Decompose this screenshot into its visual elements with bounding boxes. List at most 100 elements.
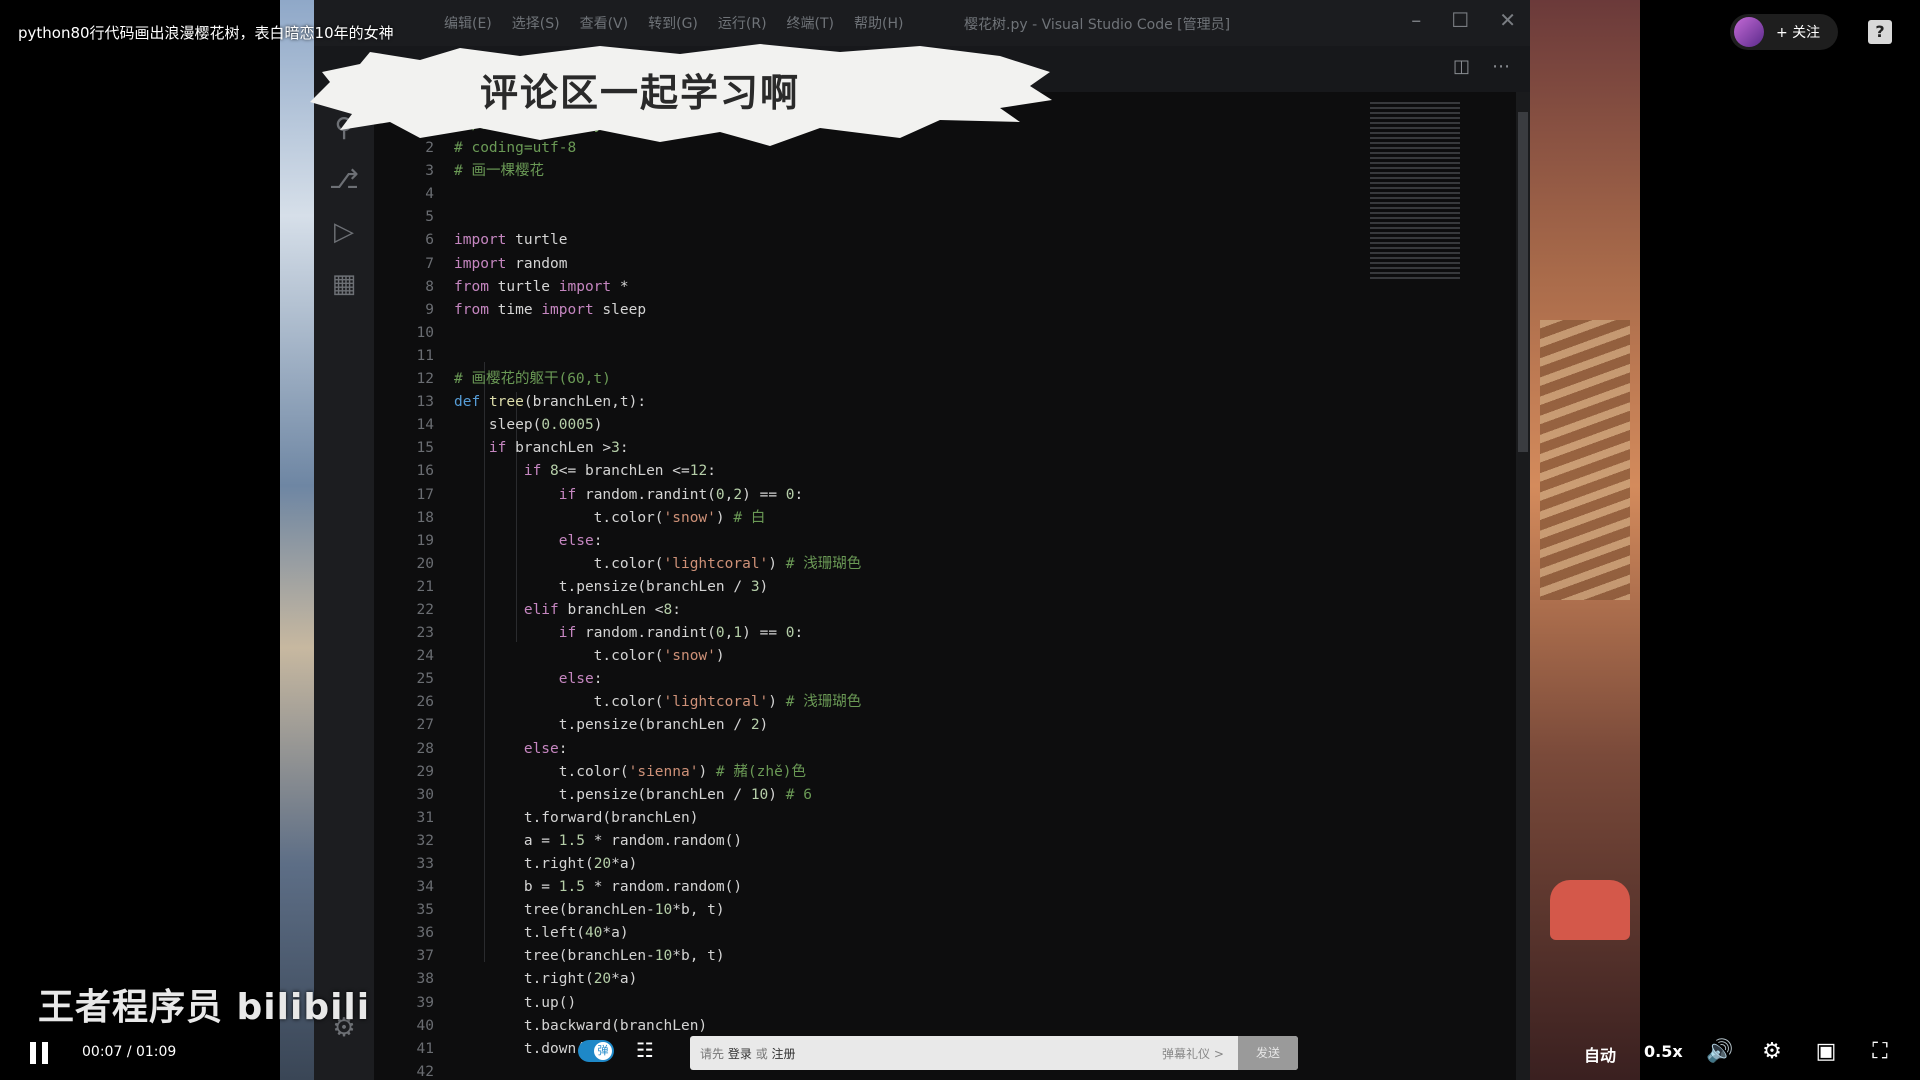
code-line: t.color('sienna') # 赭(zhě)色 bbox=[454, 763, 807, 780]
login-link[interactable]: 登录 bbox=[728, 1047, 752, 1061]
line-number: 3 bbox=[425, 163, 434, 180]
line-number: 19 bbox=[416, 532, 434, 549]
code-line: import turtle bbox=[454, 232, 568, 249]
code-line: t.pensize(branchLen / 3) bbox=[454, 578, 769, 595]
send-danmaku-button[interactable]: 发送 bbox=[1238, 1036, 1298, 1070]
danmaku-input-bar[interactable]: 请先 登录 或 注册 弹幕礼仪 > 发送 bbox=[690, 1036, 1298, 1070]
uploader-avatar[interactable] bbox=[1734, 17, 1764, 47]
vscode-titlebar: 编辑(E) 选择(S) 查看(V) 转到(G) 运行(R) 终端(T) 帮助(H) 樱花树.… bbox=[314, 0, 1530, 46]
code-line: sleep(0.0005) bbox=[454, 417, 603, 434]
line-number: 22 bbox=[416, 601, 434, 618]
line-number: 36 bbox=[416, 925, 434, 942]
line-number: 10 bbox=[416, 324, 434, 341]
code-line: if random.randint(0,1) == 0: bbox=[558, 625, 804, 642]
minimize-icon: – bbox=[1411, 8, 1422, 32]
code-line: t.color('lightcoral') # 浅珊瑚色 bbox=[454, 694, 862, 711]
line-number: 4 bbox=[425, 186, 434, 203]
code-line: else: bbox=[558, 532, 603, 549]
code-line: elif branchLen <8: bbox=[523, 601, 681, 618]
line-number: 16 bbox=[416, 463, 434, 480]
run-debug-icon: ▷ bbox=[334, 217, 354, 247]
picture-in-picture-icon[interactable]: ▣ bbox=[1812, 1038, 1840, 1066]
code-line: # 画一棵樱花 bbox=[454, 163, 544, 180]
time-display: 00:07 / 01:09 bbox=[82, 1044, 177, 1060]
source-control-icon: ⎇ bbox=[329, 165, 359, 195]
code-line: a = 1.5 * random.random() bbox=[454, 832, 743, 849]
menu-item: 终端(T) bbox=[786, 16, 835, 32]
line-number: 23 bbox=[416, 625, 434, 642]
menu-item: 帮助(H) bbox=[854, 16, 904, 32]
vscode-window-title: 樱花树.py - Visual Studio Code [管理员] bbox=[964, 17, 1231, 33]
window-controls: – ☐ ✕ bbox=[1411, 8, 1516, 32]
comment-banner: 评论区一起学习啊 bbox=[300, 42, 1060, 152]
follow-label: + 关注 bbox=[1776, 25, 1821, 41]
split-editor-icon: ◫ bbox=[1452, 56, 1470, 77]
line-number: 24 bbox=[416, 648, 434, 665]
menu-item: 运行(R) bbox=[717, 16, 767, 32]
code-line: if 8<= branchLen <=12: bbox=[523, 463, 716, 480]
editor-scrollbar bbox=[1516, 92, 1530, 1080]
vscode-menu: 编辑(E) 选择(S) 查看(V) 转到(G) 运行(R) 终端(T) 帮助(H) bbox=[444, 0, 903, 46]
line-number: 5 bbox=[425, 209, 434, 226]
line-number: 14 bbox=[416, 417, 434, 434]
quality-selector[interactable]: 自动 bbox=[1584, 1042, 1616, 1066]
register-link[interactable]: 注册 bbox=[772, 1047, 796, 1061]
vscode-window: 编辑(E) 选择(S) 查看(V) 转到(G) 运行(R) 终端(T) 帮助(H) 樱花树.… bbox=[314, 0, 1530, 1080]
line-number: 38 bbox=[416, 971, 434, 988]
line-number: 28 bbox=[416, 740, 434, 757]
line-number: 27 bbox=[416, 717, 434, 734]
speed-selector[interactable]: 0.5x bbox=[1644, 1042, 1683, 1061]
line-number: 30 bbox=[416, 786, 434, 803]
follow-button[interactable]: + 关注 bbox=[1730, 14, 1838, 50]
vscode-activity-bar: ⚲ ⎇ ▷ ▦ ⚙ bbox=[314, 92, 374, 1080]
fullscreen-icon[interactable]: ⛶ bbox=[1866, 1038, 1894, 1066]
line-number: 13 bbox=[416, 394, 434, 411]
menu-item: 编辑(E) bbox=[444, 16, 492, 32]
line-number: 9 bbox=[425, 301, 434, 318]
line-number: 25 bbox=[416, 671, 434, 688]
code-content: #!/usr/bin/env python# coding=utf-8# 画一棵… bbox=[454, 114, 861, 1080]
line-numbers: 1234567891011121314151617181920212223242… bbox=[374, 114, 434, 1080]
total-time: 01:09 bbox=[135, 1044, 177, 1060]
current-time: 00:07 bbox=[82, 1044, 123, 1060]
code-line: from turtle import * bbox=[454, 278, 629, 295]
line-number: 6 bbox=[425, 232, 434, 249]
line-number: 20 bbox=[416, 555, 434, 572]
code-line: else: bbox=[523, 740, 568, 757]
code-line: t.left(40*a) bbox=[454, 925, 629, 942]
background-scene-left bbox=[280, 0, 314, 1080]
code-line: t.up() bbox=[454, 994, 577, 1011]
code-line: import random bbox=[454, 255, 568, 272]
line-number: 37 bbox=[416, 948, 434, 965]
video-title: python80行代码画出浪漫樱花树，表白暗恋10年的女神 bbox=[18, 24, 394, 42]
code-line: if branchLen >3: bbox=[488, 440, 629, 457]
line-number: 39 bbox=[416, 994, 434, 1011]
code-line: t.right(20*a) bbox=[454, 971, 638, 988]
help-icon[interactable]: ? bbox=[1868, 20, 1892, 44]
pause-button[interactable] bbox=[28, 1042, 50, 1064]
code-line: tree(branchLen-10*b, t) bbox=[454, 902, 725, 919]
video-frame[interactable]: 编辑(E) 选择(S) 查看(V) 转到(G) 运行(R) 终端(T) 帮助(H) 樱花树.… bbox=[280, 0, 1640, 1080]
settings-gear-icon[interactable]: ⚙ bbox=[1758, 1038, 1786, 1066]
line-number: 31 bbox=[416, 809, 434, 826]
minimap bbox=[1370, 102, 1460, 282]
danmaku-etiquette-link[interactable]: 弹幕礼仪 > bbox=[1162, 1045, 1224, 1062]
line-number: 8 bbox=[425, 278, 434, 295]
line-number: 15 bbox=[416, 440, 434, 457]
danmaku-placeholder: 请先 登录 或 注册 bbox=[700, 1047, 796, 1061]
line-number: 32 bbox=[416, 832, 434, 849]
danmaku-toggle[interactable]: 弹 bbox=[578, 1040, 614, 1062]
line-number: 18 bbox=[416, 509, 434, 526]
code-line: t.right(20*a) bbox=[454, 856, 638, 872]
code-line: b = 1.5 * random.random() bbox=[454, 879, 743, 896]
code-line: t.pensize(branchLen / 2) bbox=[454, 717, 769, 734]
more-actions-icon: ⋯ bbox=[1492, 56, 1510, 77]
extensions-icon: ▦ bbox=[331, 269, 357, 299]
danmaku-settings-icon[interactable]: ☷ bbox=[636, 1038, 662, 1062]
code-line: t.color('snow') # 白 bbox=[454, 509, 766, 526]
player-controls: 00:07 / 01:09 弹 ☷ 请先 登录 或 注册 弹幕礼仪 > 发送 自… bbox=[0, 1020, 1920, 1080]
volume-icon[interactable]: 🔊 bbox=[1706, 1038, 1734, 1066]
